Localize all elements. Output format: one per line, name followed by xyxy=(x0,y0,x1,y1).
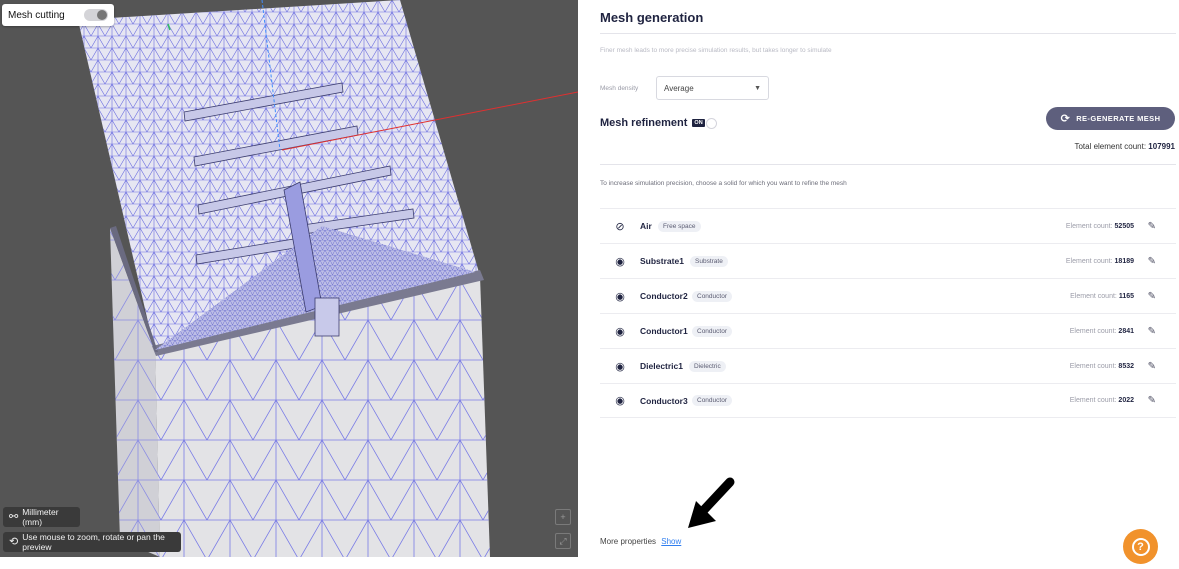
solid-name: Dielectric1 xyxy=(640,361,683,371)
mesh-preview-scene[interactable] xyxy=(0,0,578,557)
mesh-refinement-header: Mesh refinement ON xyxy=(600,117,717,129)
element-count: Element count: 18189 xyxy=(1065,257,1134,265)
mesh-cutting-toggle[interactable]: Mesh cutting xyxy=(2,4,114,26)
solid-tag: Conductor xyxy=(692,325,732,337)
ruler-icon: ⚯ xyxy=(9,510,19,523)
pencil-icon[interactable]: ✎ xyxy=(1148,361,1156,372)
title-divider xyxy=(600,33,1176,34)
chevron-down-icon: ▼ xyxy=(754,84,761,92)
page-title: Mesh generation xyxy=(600,10,704,25)
mesh-cutting-label: Mesh cutting xyxy=(8,9,65,21)
pencil-icon[interactable]: ✎ xyxy=(1148,326,1156,337)
help-button[interactable]: ? xyxy=(1123,529,1158,564)
help-icon: ? xyxy=(1131,537,1150,556)
mesh-density-select[interactable]: Average ▼ xyxy=(656,76,769,100)
refinement-toggle-knob[interactable] xyxy=(705,117,717,129)
refinement-toggle-on[interactable]: ON xyxy=(692,119,705,127)
mouse-icon: ⟲ xyxy=(9,535,19,548)
unit-chip[interactable]: ⚯ Millimeter (mm) xyxy=(3,507,80,527)
eye-off-icon[interactable]: ⊘ xyxy=(613,220,627,233)
regenerate-mesh-button[interactable]: ⟳ RE-GENERATE MESH xyxy=(1046,107,1175,130)
navigation-hint: ⟲ Use mouse to zoom, rotate or pan the p… xyxy=(3,532,181,552)
element-count: Element count: 52505 xyxy=(1065,222,1134,230)
show-more-link[interactable]: Show xyxy=(661,537,681,546)
pencil-icon[interactable]: ✎ xyxy=(1148,291,1156,302)
eye-icon[interactable]: ◉ xyxy=(613,290,627,303)
solid-name: Substrate1 xyxy=(640,256,684,266)
regenerate-mesh-label: RE-GENERATE MESH xyxy=(1076,114,1161,123)
total-element-count: Total element count: 107991 xyxy=(1074,142,1175,151)
element-count: Element count: 8532 xyxy=(1069,362,1134,370)
mesh-density-label: Mesh density xyxy=(600,85,639,92)
pencil-icon[interactable]: ✎ xyxy=(1148,256,1156,267)
eye-icon[interactable]: ◉ xyxy=(613,360,627,373)
solid-name: Air xyxy=(640,221,652,231)
refresh-icon: ⟳ xyxy=(1060,113,1071,125)
mesh-cutting-switch[interactable] xyxy=(84,9,108,21)
mesh-preview-viewport[interactable]: Mesh cutting ⚯ Millimeter (mm) ⟲ Use mou… xyxy=(0,0,578,557)
eye-icon[interactable]: ◉ xyxy=(613,325,627,338)
solid-name: Conductor1 xyxy=(640,326,688,336)
hint-label: Use mouse to zoom, rotate or pan the pre… xyxy=(22,532,165,552)
total-count-label: Total element count: xyxy=(1074,142,1147,151)
eye-icon[interactable]: ◉ xyxy=(613,394,627,407)
solid-row[interactable]: ◉ Substrate1 Substrate Element count: 18… xyxy=(600,243,1176,278)
solid-tag: Conductor xyxy=(692,290,732,302)
solid-row[interactable]: ◉ Conductor3 Conductor Element count: 20… xyxy=(600,383,1176,418)
total-count-value: 107991 xyxy=(1148,142,1175,151)
solid-tag: Free space xyxy=(658,220,701,232)
mesh-description: Finer mesh leads to more precise simulat… xyxy=(600,47,832,54)
more-properties-label: More properties xyxy=(600,537,657,546)
pencil-icon[interactable]: ✎ xyxy=(1148,221,1156,232)
element-count: Element count: 2841 xyxy=(1069,327,1134,335)
element-count: Element count: 2022 xyxy=(1069,397,1134,404)
solid-tag: Conductor xyxy=(692,395,732,406)
refinement-instruction: To increase simulation precision, choose… xyxy=(600,180,847,187)
solid-name: Conductor2 xyxy=(640,291,688,301)
solid-row[interactable]: ◉ Dielectric1 Dielectric Element count: … xyxy=(600,348,1176,383)
solid-row[interactable]: ⊘ Air Free space Element count: 52505 ✎ xyxy=(600,208,1176,243)
eye-icon[interactable]: ◉ xyxy=(613,255,627,268)
solid-tag: Substrate xyxy=(690,255,728,267)
mesh-refinement-label: Mesh refinement xyxy=(600,117,688,129)
solid-row[interactable]: ◉ Conductor1 Conductor Element count: 28… xyxy=(600,313,1176,348)
pencil-icon[interactable]: ✎ xyxy=(1148,395,1156,406)
mesh-density-value: Average xyxy=(664,83,694,93)
unit-label: Millimeter (mm) xyxy=(22,507,59,527)
refinement-divider xyxy=(600,164,1176,165)
zoom-fit-icon[interactable]: + xyxy=(555,509,571,525)
mesh-generation-panel: Mesh generation Finer mesh leads to more… xyxy=(600,0,1176,569)
solid-list: ⊘ Air Free space Element count: 52505 ✎ … xyxy=(600,208,1176,418)
solid-tag: Dielectric xyxy=(689,360,726,372)
element-count: Element count: 1165 xyxy=(1070,292,1134,300)
solid-name: Conductor3 xyxy=(640,395,688,406)
solid-row[interactable]: ◉ Conductor2 Conductor Element count: 11… xyxy=(600,278,1176,313)
fullscreen-icon[interactable]: ⤢ xyxy=(555,533,571,549)
more-properties: More properties Show xyxy=(600,537,681,546)
